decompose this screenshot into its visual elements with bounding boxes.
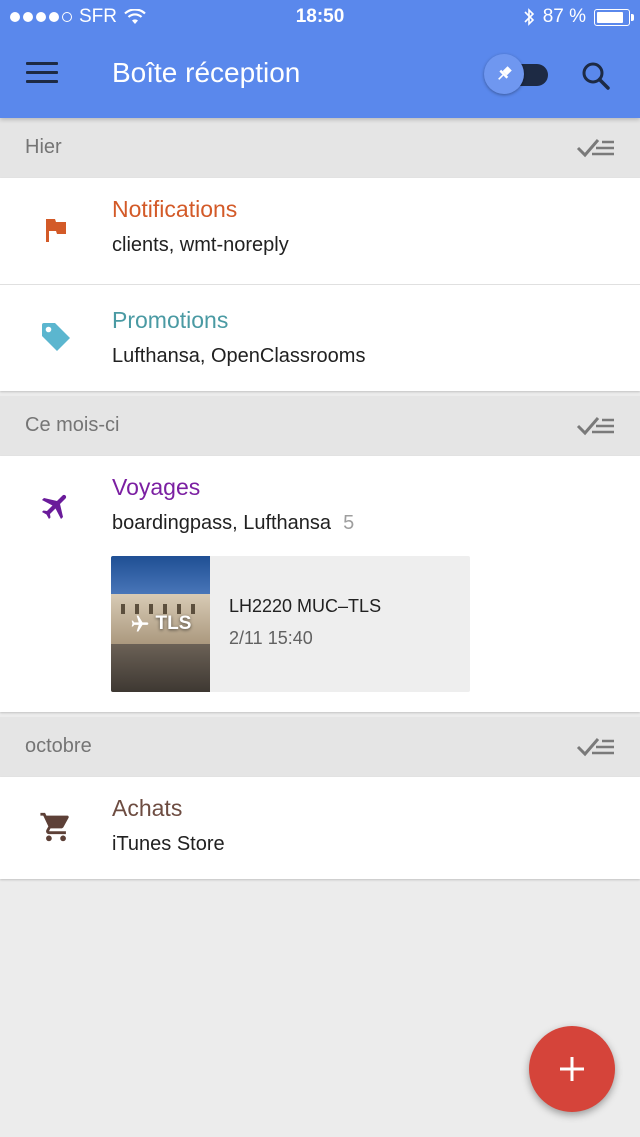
battery-percent: 87 % — [542, 6, 586, 27]
section-header-ce-mois-ci: Ce mois-ci — [0, 396, 640, 456]
section-header-hier: Hier — [0, 118, 640, 178]
bundle-title: Voyages — [112, 474, 201, 500]
battery-icon — [594, 8, 634, 26]
airplane-icon — [36, 486, 76, 526]
status-bar: SFR 18:50 87 % — [0, 0, 640, 32]
bundle-senders: boardingpass, Lufthansa 5 — [112, 512, 354, 535]
section-label: Hier — [25, 136, 62, 158]
card-ce-mois-ci: Voyages boardingpass, Lufthansa 5 TLS LH… — [0, 456, 640, 712]
bundle-notifications[interactable]: Notifications clients, wmt-noreply — [0, 178, 640, 284]
mark-done-icon[interactable] — [576, 735, 616, 759]
menu-button[interactable] — [26, 62, 58, 86]
toggle-knob — [484, 54, 524, 94]
section-header-octobre: octobre — [0, 717, 640, 777]
pin-icon — [498, 66, 512, 80]
battery-level — [597, 11, 624, 23]
compose-fab[interactable] — [529, 1026, 615, 1112]
section-label: Ce mois-ci — [25, 414, 120, 436]
search-icon[interactable] — [580, 60, 612, 92]
destination-code: TLS — [155, 613, 192, 634]
status-right: 87 % — [523, 6, 634, 28]
flag-icon — [36, 210, 76, 250]
mark-done-icon[interactable] — [576, 136, 616, 160]
app-bar: Boîte réception — [0, 32, 640, 118]
message-count: 5 — [343, 512, 355, 534]
plus-icon — [560, 1057, 584, 1081]
senders-text: boardingpass, Lufthansa — [112, 512, 332, 534]
bluetooth-icon — [524, 8, 534, 26]
bundle-voyages[interactable]: Voyages boardingpass, Lufthansa 5 TLS LH… — [0, 456, 640, 712]
card-hier: Notifications clients, wmt-noreply Promo… — [0, 178, 640, 391]
tag-icon — [36, 317, 76, 357]
bundle-title: Notifications — [112, 196, 238, 222]
bundle-title: Promotions — [112, 307, 229, 333]
flight-datetime: 2/11 15:40 — [229, 628, 313, 648]
section-label: octobre — [25, 735, 92, 757]
airplane-icon — [131, 615, 148, 632]
card-octobre: Achats iTunes Store — [0, 777, 640, 879]
trip-thumbnail: TLS — [111, 556, 210, 692]
header: SFR 18:50 87 % Boîte réception — [0, 0, 640, 118]
bundle-achats[interactable]: Achats iTunes Store — [0, 777, 640, 879]
page-title: Boîte réception — [112, 57, 301, 88]
trip-destination: TLS — [111, 556, 210, 692]
bundle-senders: Lufthansa, OpenClassrooms — [112, 345, 366, 367]
trip-card[interactable]: TLS LH2220 MUC–TLS 2/11 15:40 — [111, 556, 470, 692]
shopping-cart-icon — [36, 807, 76, 847]
pin-toggle[interactable] — [484, 54, 550, 94]
bundle-promotions[interactable]: Promotions Lufthansa, OpenClassrooms — [0, 285, 640, 391]
mark-done-icon[interactable] — [576, 414, 616, 438]
flight-number: LH2220 MUC–TLS — [229, 596, 382, 616]
bundle-senders: clients, wmt-noreply — [112, 234, 289, 256]
bundle-senders: iTunes Store — [112, 833, 225, 855]
bundle-title: Achats — [112, 795, 183, 821]
